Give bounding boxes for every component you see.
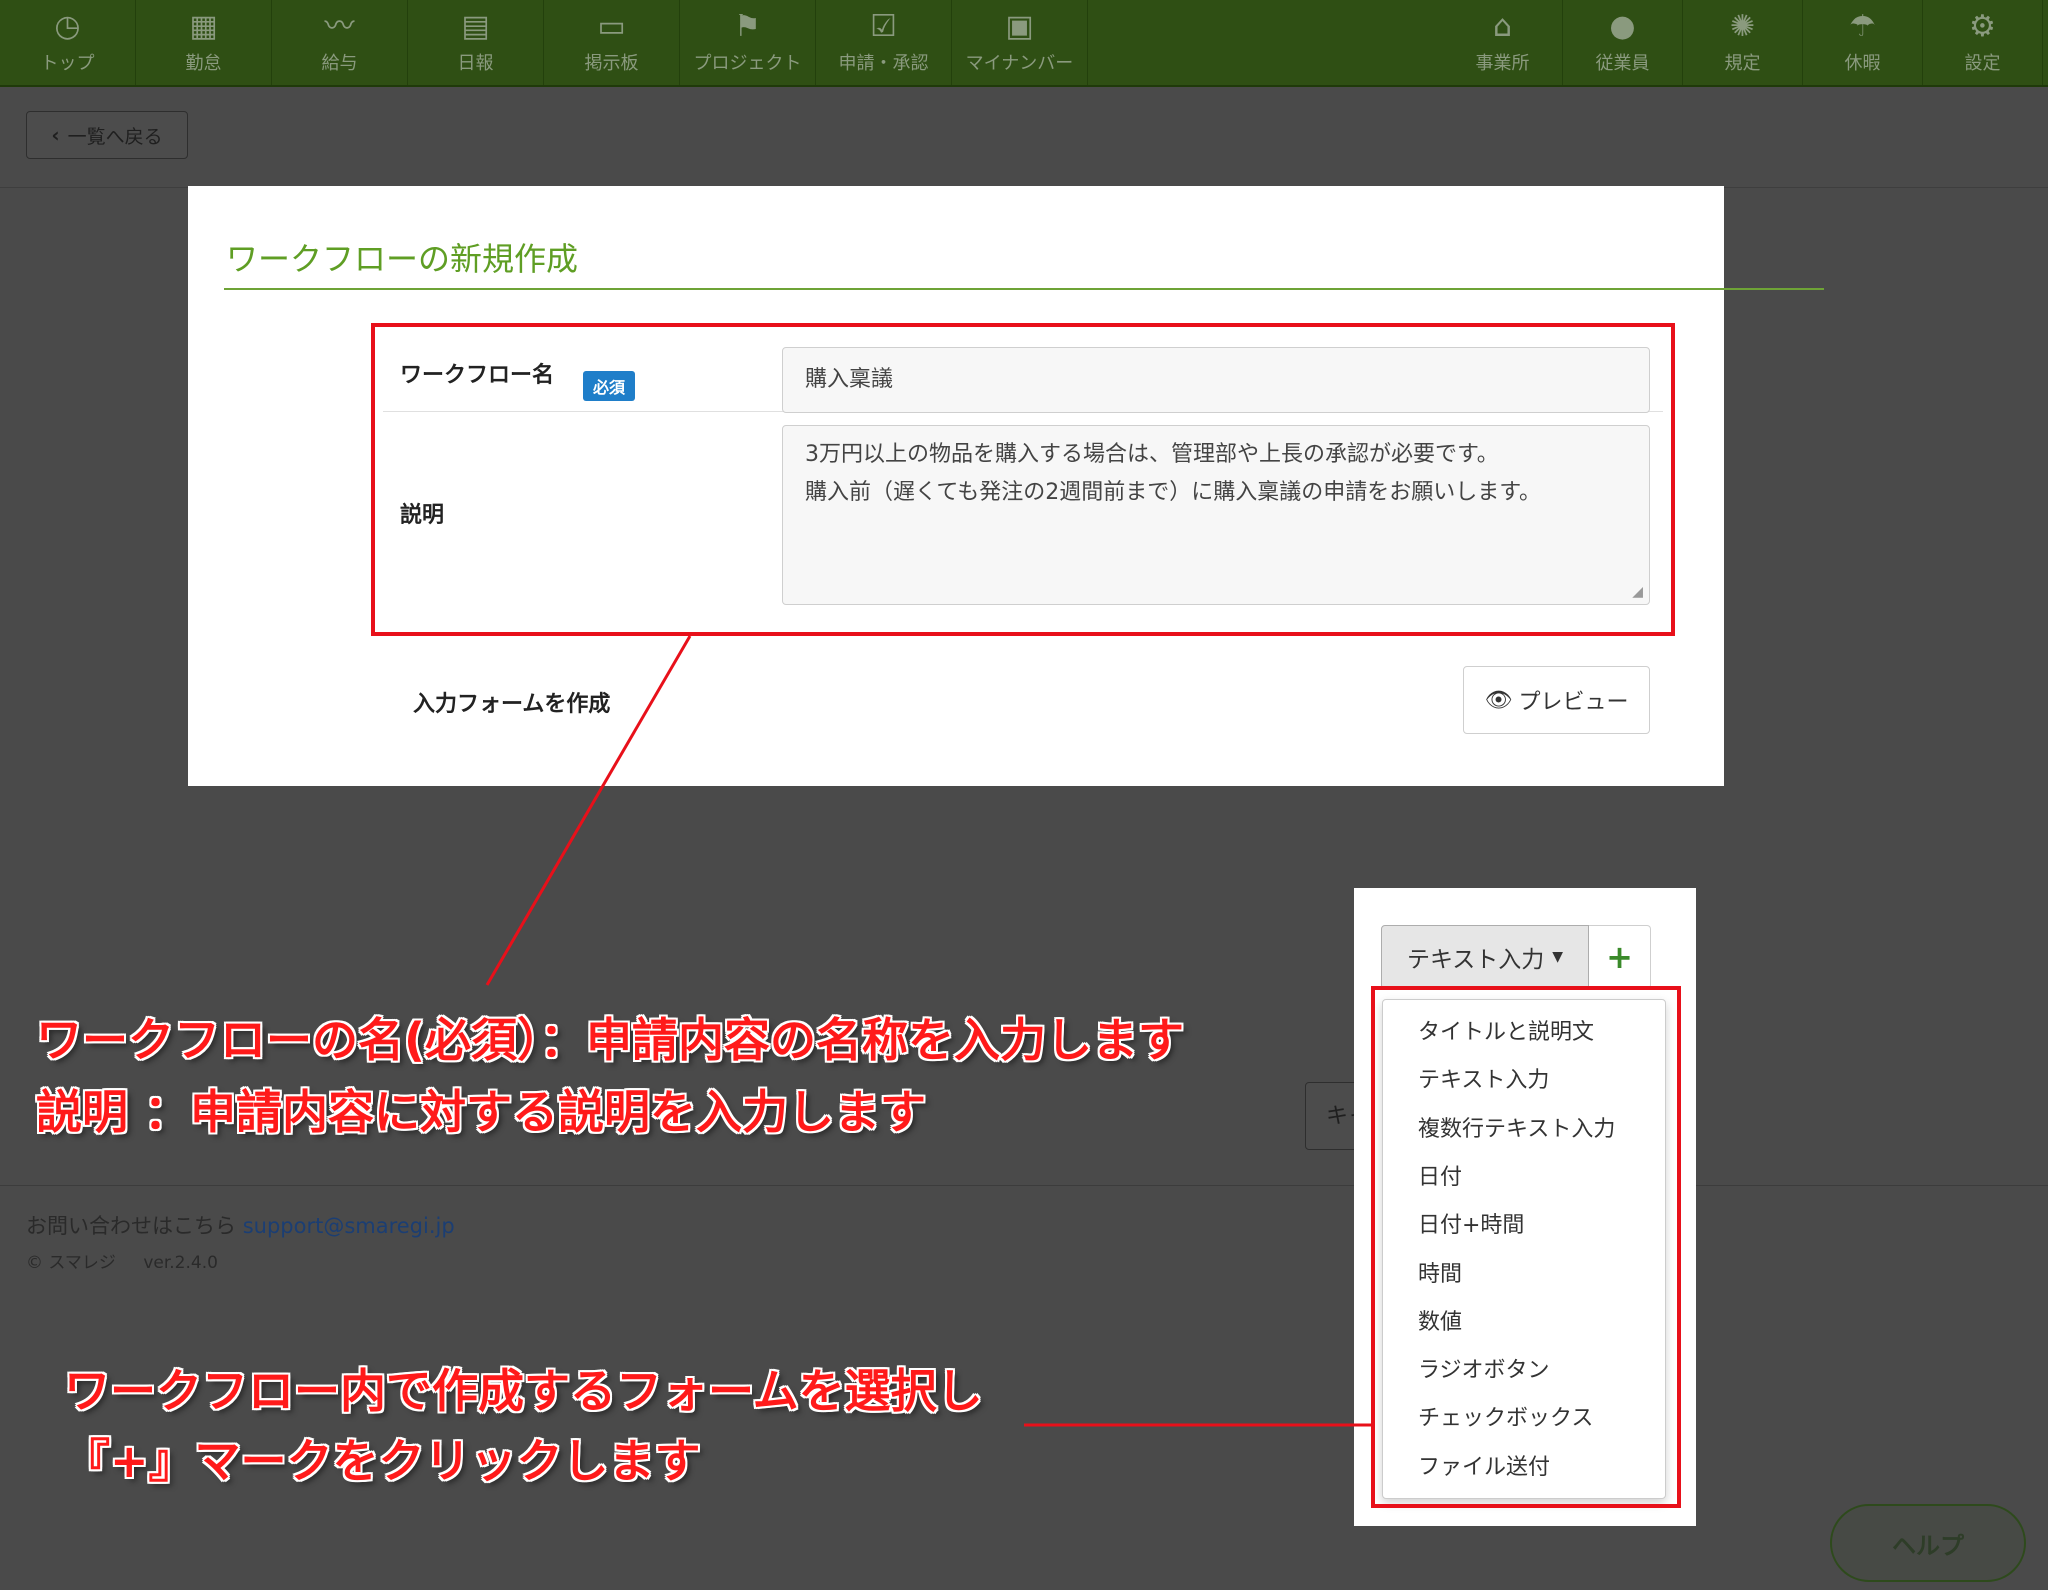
- caret-down-icon: ▼: [1552, 949, 1564, 965]
- annotation-name-text: ワークフローの名(必須）：申請内容の名称を入力します: [36, 1013, 1185, 1067]
- page-title: ワークフローの新規作成: [226, 240, 579, 278]
- chevron-left-icon: ‹: [51, 123, 60, 147]
- nav-item-6[interactable]: ⚑ プロジェクト: [680, 0, 816, 85]
- id-card-icon: ▣: [1005, 8, 1034, 44]
- contact-prefix: お問い合わせはこちら: [26, 1214, 236, 1238]
- top-navigation: ◷ トップ ▦ 勤怠 〰給与 ▤ 日報 ▭ 掲示板 ⚑ プロジェクト ☑ 申請・承認 ▣ マイナンバー ⌂ 事…: [0, 0, 2048, 87]
- nav-item-label: 事業所: [1475, 52, 1530, 74]
- workflow-name-label: ワークフロー名: [400, 363, 555, 388]
- nav-item-4[interactable]: ☂ 休暇: [1803, 0, 1923, 85]
- nav-item-7[interactable]: ☑ 申請・承認: [816, 0, 952, 85]
- form-type-selected: テキスト入力: [1406, 947, 1545, 973]
- eye-icon: 👁: [1484, 687, 1513, 713]
- user-icon: ●: [1609, 8, 1636, 44]
- flag-icon: ⚑: [734, 8, 761, 44]
- title-divider: [224, 288, 1824, 290]
- nav-item-5[interactable]: ▭ 掲示板: [544, 0, 680, 85]
- form-type-option[interactable]: 時間: [1418, 1256, 1462, 1288]
- footer-contact: お問い合わせはこちら support@smaregi.jp: [26, 1210, 455, 1240]
- nav-item-label: マイナンバー: [965, 52, 1074, 74]
- annotation-click-plus-text: 『+』マークをクリックします: [64, 1434, 701, 1488]
- nav-item-3[interactable]: 〰給与: [272, 0, 408, 85]
- footer-copyright: © スマレジ ver.2.4.0: [26, 1248, 218, 1273]
- back-to-list-button[interactable]: ‹ 一覧へ戻る: [26, 111, 188, 159]
- workflow-name-row: ワークフロー名 必須 購入稟議: [383, 331, 1663, 413]
- description-label: 説明: [400, 503, 445, 528]
- back-to-list-label: 一覧へ戻る: [67, 125, 163, 148]
- form-type-option[interactable]: 日付+時間: [1418, 1207, 1524, 1239]
- plus-icon: +: [1606, 938, 1633, 976]
- nav-item-3[interactable]: ✺ 規定: [1683, 0, 1803, 85]
- gear-icon: ⚙: [1969, 8, 1996, 44]
- nav-item-label: 日報: [457, 52, 494, 74]
- nav-item-8[interactable]: ▣ マイナンバー: [952, 0, 1088, 85]
- preview-button[interactable]: 👁 プレビュー: [1463, 666, 1650, 734]
- nav-item-label: プロジェクト: [693, 52, 802, 74]
- nav-item-label: 設定: [1964, 52, 2001, 74]
- nav-item-label: 休暇: [1844, 52, 1881, 74]
- form-type-dropdown-panel: テキスト入力 ▼ + タイトルと説明文 テキスト入力 複数行テキスト入力 日付 日付+時…: [1354, 888, 1696, 1526]
- copyright-text: © スマレジ: [26, 1253, 116, 1273]
- workflow-name-input[interactable]: 購入稟議: [782, 347, 1650, 413]
- preview-label: プレビュー: [1518, 690, 1629, 715]
- form-type-option[interactable]: タイトルと説明文: [1418, 1014, 1594, 1046]
- form-type-option[interactable]: テキスト入力: [1418, 1062, 1549, 1094]
- add-form-button[interactable]: +: [1589, 925, 1651, 989]
- nav-item-4[interactable]: ▤ 日報: [408, 0, 544, 85]
- form-type-option[interactable]: 複数行テキスト入力: [1418, 1111, 1615, 1143]
- chart-line-icon: 〰: [324, 8, 355, 44]
- workflow-name-value: 購入稟議: [805, 367, 894, 392]
- description-line-2: 購入前（遅くても発注の2週間前まで）に購入稟議の申請をお願いします。: [805, 480, 1542, 505]
- nav-item-1[interactable]: ⌂ 事業所: [1443, 0, 1563, 85]
- nav-item-label: 給与: [321, 52, 358, 74]
- form-type-option[interactable]: 日付: [1418, 1159, 1462, 1191]
- form-type-menu: タイトルと説明文 テキスト入力複数行テキスト入力 日付日付+時間時間数値ラジオボタン…: [1382, 999, 1666, 1499]
- nav-item-label: 申請・承認: [838, 52, 929, 74]
- footer-divider: [0, 1185, 2048, 1186]
- annotation-description-text: 説明 ：申請内容に対する説明を入力します: [36, 1085, 927, 1139]
- workflow-create-card: ワークフローの新規作成 ワークフロー名 必須 購入稟議 説明 3万円以上の物品を…: [188, 186, 1824, 786]
- nav-item-2[interactable]: ● 従業員: [1563, 0, 1683, 85]
- back-bar: ‹ 一覧へ戻る: [0, 87, 2048, 188]
- resize-handle-icon[interactable]: ◢: [1632, 584, 1643, 600]
- nav-item-label: 従業員: [1595, 52, 1650, 74]
- description-textarea[interactable]: 3万円以上の物品を購入する場合は、管理部や上長の承認が必要です。 購入前（遅くて…: [782, 425, 1650, 605]
- form-type-option[interactable]: チェックボックス: [1418, 1400, 1593, 1432]
- nav-item-label: 勤怠: [185, 52, 222, 74]
- annotation-select-form-text: ワークフロー内で作成するフォームを選択し: [64, 1364, 983, 1418]
- nav-item-5[interactable]: ⚙ 設定: [1923, 0, 2043, 85]
- create-input-form-label: 入力フォームを作成: [413, 692, 611, 717]
- support-email-link[interactable]: support@smaregi.jp: [243, 1214, 455, 1238]
- description-line-1: 3万円以上の物品を購入する場合は、管理部や上長の承認が必要です。: [805, 442, 1499, 467]
- form-type-dropdown-toggle[interactable]: テキスト入力 ▼: [1381, 925, 1589, 989]
- help-label: ヘルプ: [1892, 1531, 1964, 1560]
- nav-item-label: 掲示板: [584, 52, 639, 74]
- clock-icon: ◷: [54, 8, 81, 44]
- home-icon: ⌂: [1492, 8, 1513, 44]
- nav-item-label: トップ: [40, 52, 95, 74]
- beach-umbrella-icon: ☂: [1849, 8, 1876, 44]
- check-document-icon: ☑: [870, 8, 897, 44]
- form-type-option[interactable]: ファイル送付: [1418, 1449, 1550, 1481]
- nav-item-2[interactable]: ▦ 勤怠: [136, 0, 272, 85]
- form-type-option[interactable]: ラジオボタン: [1418, 1352, 1550, 1384]
- help-button[interactable]: ヘルプ: [1830, 1504, 2026, 1582]
- alarm-light-icon: ✺: [1729, 8, 1756, 44]
- required-badge: 必須: [583, 371, 636, 401]
- version-text: ver.2.4.0: [143, 1253, 218, 1273]
- description-row: 説明 3万円以上の物品を購入する場合は、管理部や上長の承認が必要です。 購入前（…: [383, 411, 1663, 606]
- board-icon: ▭: [597, 8, 626, 44]
- nav-item-1[interactable]: ◷ トップ: [0, 0, 136, 85]
- notebook-icon: ▤: [461, 8, 490, 44]
- form-type-option[interactable]: 数値: [1418, 1304, 1462, 1336]
- nav-item-label: 規定: [1724, 52, 1761, 74]
- calendar-grid-icon: ▦: [189, 8, 218, 44]
